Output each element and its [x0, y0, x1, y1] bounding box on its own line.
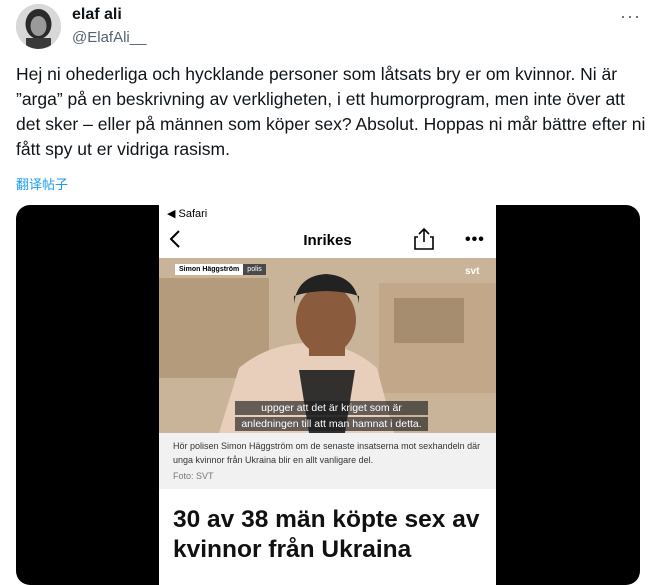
more-icon: ••• — [465, 231, 485, 248]
tweet-media[interactable]: ◀ Safari Inrikes ••• Simon Häggström pol… — [16, 205, 640, 585]
image-caption: Hör polisen Simon Häggström om de senast… — [173, 441, 481, 465]
svt-watermark: svt — [465, 266, 480, 277]
translate-link[interactable]: 翻译帖子 — [16, 174, 68, 193]
more-icon[interactable]: ··· — [620, 6, 641, 27]
subtitle-line: anledningen till att man hamnat i detta. — [235, 417, 428, 431]
nav-title: Inrikes — [303, 232, 352, 249]
subtitle-line: uppger att det är kriget som är — [235, 401, 428, 415]
tweet-text: Hej ni ohederliga och hycklande personer… — [16, 64, 646, 159]
lower-third-name: Simon Häggström — [175, 264, 244, 275]
photo-credit: Foto: SVT — [173, 471, 214, 481]
phone-screenshot: ◀ Safari Inrikes ••• Simon Häggström pol… — [159, 205, 496, 585]
caption-box: Hör polisen Simon Häggström om de senast… — [159, 433, 496, 489]
author-name[interactable]: elaf ali — [72, 6, 122, 24]
status-bar-back: ◀ Safari — [167, 208, 208, 220]
video-frame: Simon Häggström polis svt uppger att det… — [159, 258, 496, 433]
lower-third-role: polis — [243, 264, 266, 275]
lower-third: Simon Häggström polis — [175, 264, 266, 275]
author-handle[interactable]: @ElafAli__ — [72, 29, 146, 46]
article-headline: 30 av 38 män köpte sex av kvinnor från U… — [173, 506, 480, 563]
avatar[interactable] — [16, 4, 61, 49]
share-icon — [414, 227, 434, 250]
